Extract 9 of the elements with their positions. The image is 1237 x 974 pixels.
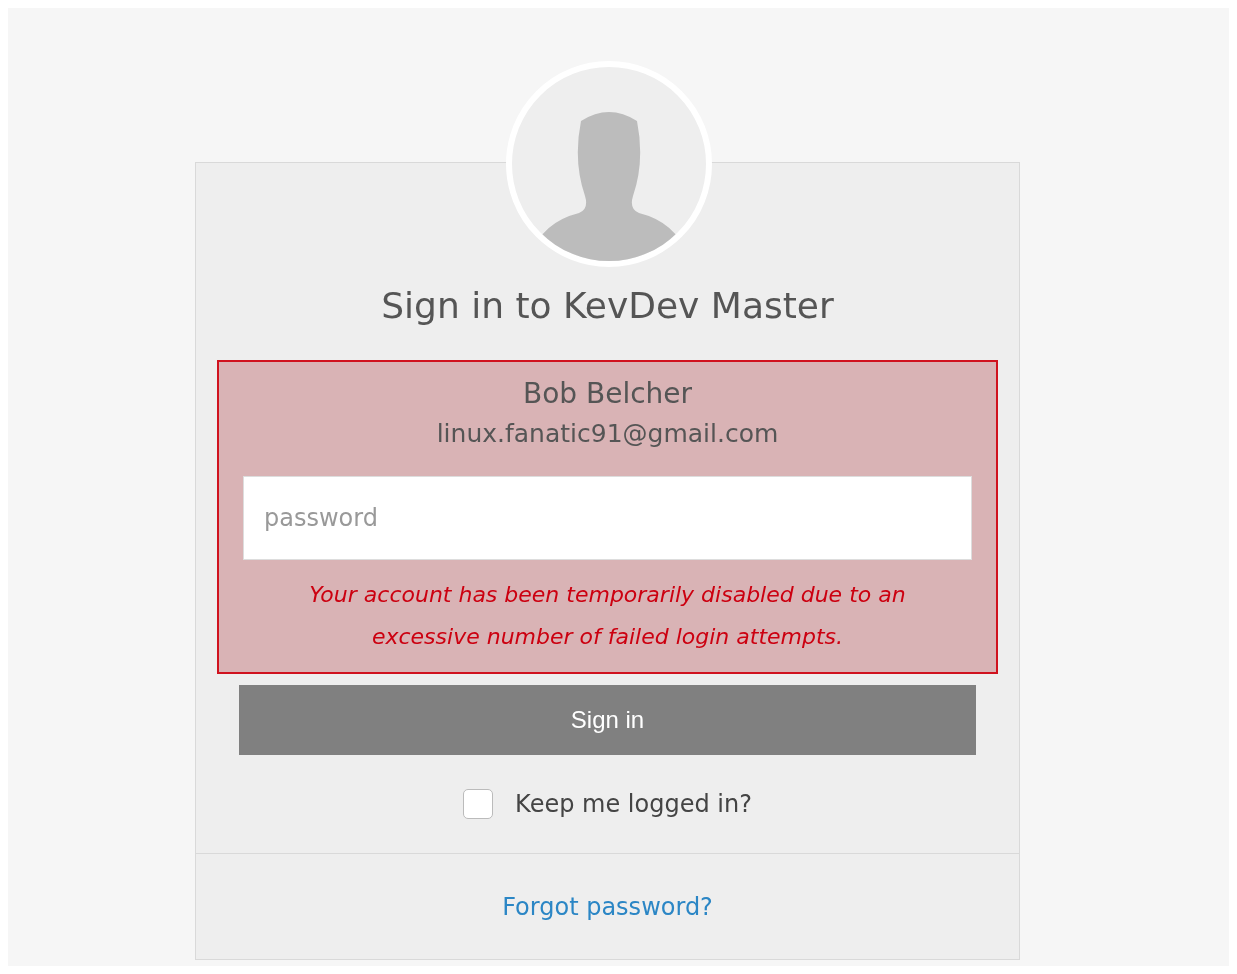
keep-logged-in-label: Keep me logged in? [515, 790, 752, 818]
forgot-password-link[interactable]: Forgot password? [502, 892, 713, 921]
checkbox[interactable] [463, 789, 494, 819]
user-name: Bob Belcher [522, 376, 693, 412]
page-title: Sign in to KevDev Master [380, 285, 835, 326]
password-field[interactable]: password [243, 476, 972, 560]
sign-in-button[interactable]: Sign in [239, 685, 976, 755]
error-message: Your account has been temporarily disabled due to an excessive number of failed login attempts. [308, 581, 907, 651]
user-email: linux.fanatic91@gmail.com [436, 418, 779, 450]
